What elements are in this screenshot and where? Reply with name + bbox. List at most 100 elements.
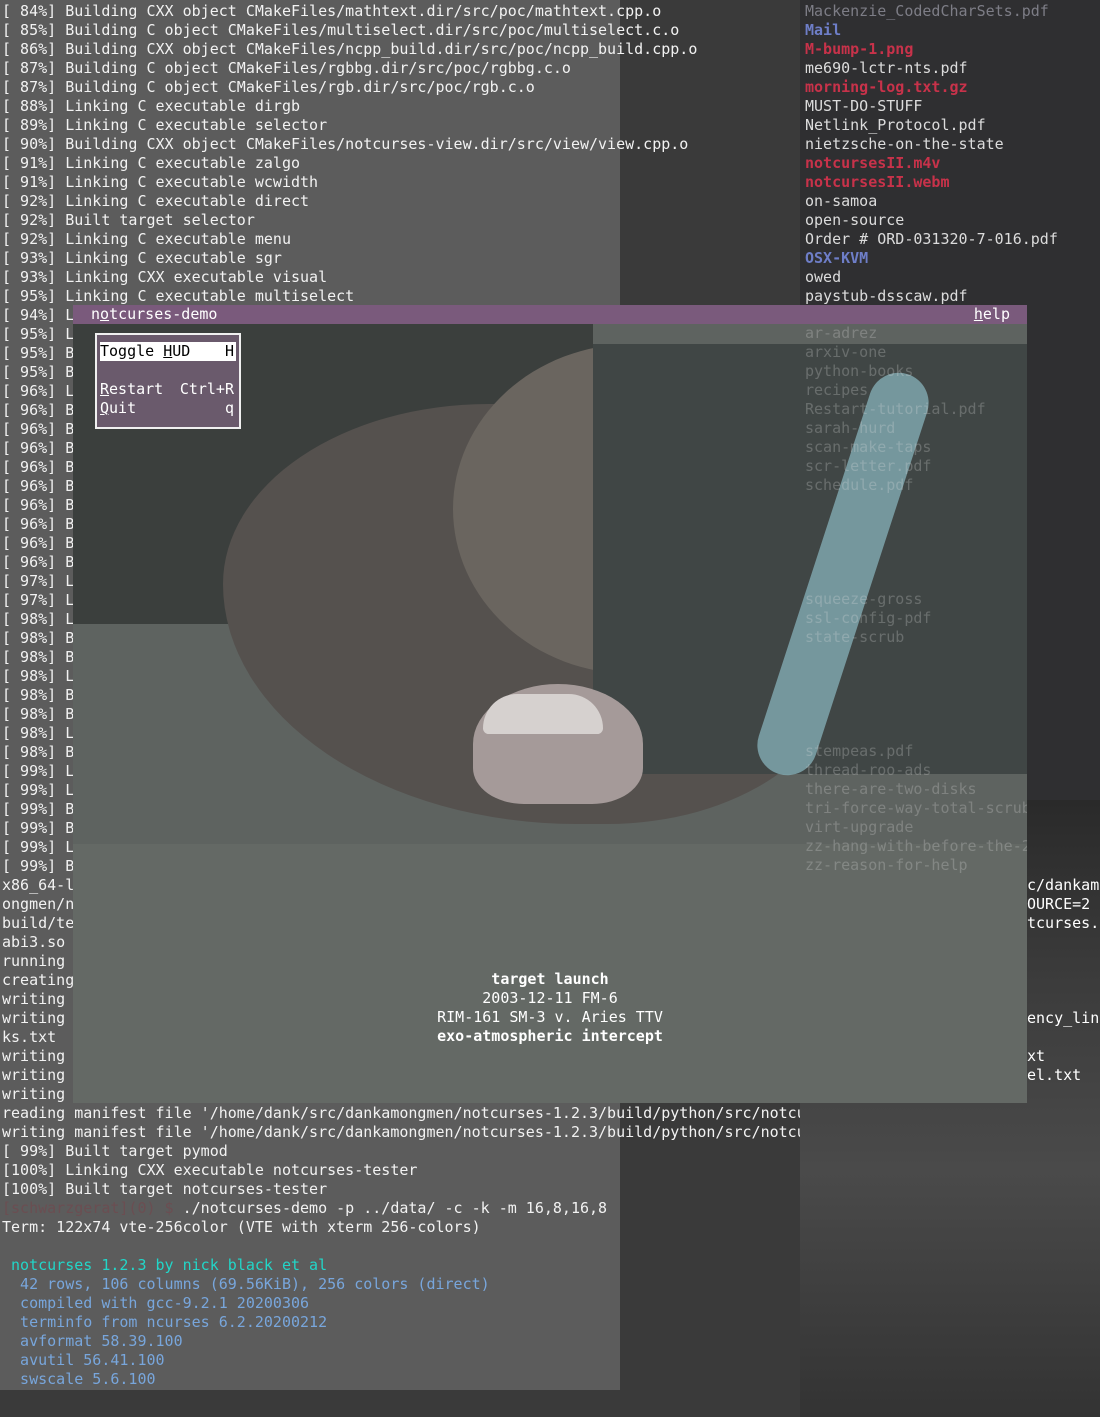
terminal-line: writing [2,1009,66,1027]
faded-text-line [805,533,1027,552]
terminal-line: [ 92%] Linking C executable menu [2,230,291,248]
menu-item-quit[interactable]: Quit q [100,399,236,418]
terminal-edge-line: xt [1027,1047,1046,1065]
demo-menu[interactable]: Toggle HUD H Restart Ctrl+R Quit q [95,333,241,429]
terminal-line: [ 91%] Linking C executable wcwidth [2,173,319,191]
title-hotkey: o [100,305,110,323]
faded-text-line: state-scrub [805,628,905,646]
menu-item-restart[interactable]: Restart Ctrl+R [100,380,236,399]
faded-overlay-text: ar-adrez arxiv-one python-books recipes Rest… [805,324,1027,874]
file-list-item: paystub-dsscaw.pdf [805,287,968,305]
build-info-line: 42 rows, 106 columns (69.56KiB), 256 col… [2,1275,490,1293]
caption-line: exo-atmospheric intercept [437,1027,663,1045]
faded-text-line: zz-reason-for-help [805,856,968,874]
menu-item-label: Restart [100,380,164,398]
notcurses-demo-window[interactable]: notcurses-demo help ar-adrez arxiv-one pyt… [73,305,1027,1103]
file-list-item: notcursesII.webm [805,173,950,191]
help-menu-button[interactable]: help [974,305,1010,324]
faded-text-line: tri-force-way-total-scrub [805,799,1027,817]
help-label: elp [982,305,1010,323]
terminal-line: [ 96%] B [2,553,75,571]
terminal-line: [ 98%] L [2,667,75,685]
caption-line: RIM-161 SM-3 v. Aries TTV [437,1008,663,1026]
terminal-line: [ 99%] Built target pymod [2,1142,228,1160]
faded-text-line: thread-roo-ads [805,761,932,779]
terminal-line: [ 99%] B [2,819,75,837]
terminal-line: writing [2,1047,66,1065]
terminal-line: [ 99%] B [2,800,75,818]
terminal-line: running [2,952,66,970]
terminal-line: [ 85%] Building C object CMakeFiles/mult… [2,21,680,39]
terminal-line: [ 93%] Linking CXX executable visual [2,268,328,286]
terminal-line: ks.txt [2,1028,57,1046]
file-list-item: notcursesII.m4v [805,154,941,172]
faded-text-line [805,666,1027,685]
terminal-line: [ 91%] Linking C executable zalgo [2,154,301,172]
faded-text-line: sarah-hurd [805,419,896,437]
terminal-line: [ 93%] Linking C executable sgr [2,249,282,267]
terminal-edge-line: ency_lin [1027,1009,1100,1027]
terminal-line: [100%] Linking CXX executable notcurses-… [2,1161,418,1179]
help-hotkey: h [973,305,983,323]
terminal-line: [ 96%] B [2,477,75,495]
faded-text-line [805,552,1027,571]
terminal-line: [ 97%] L [2,572,75,590]
terminal-line: [ 99%] B [2,857,75,875]
faded-text-line: scr-letter.pdf [805,457,932,475]
terminal-line: [ 99%] L [2,781,75,799]
terminal-line: [ 96%] B [2,401,75,419]
menu-item-shortcut: H [224,342,234,360]
faded-text-line [805,685,1027,704]
menu-item-shortcut: Ctrl+R [179,380,234,398]
file-list-item: MUST-DO-STUFF [805,97,923,115]
terminal-line: abi3.so [2,933,66,951]
terminal-line: [ 87%] Building C object CMakeFiles/rgbb… [2,59,571,77]
faded-text-line [805,704,1027,723]
build-info-line: terminfo from ncurses 6.2.20200212 [2,1313,328,1331]
file-list-item: open-source [805,211,905,229]
terminal-line: writing [2,1085,66,1103]
menu-item-label: Quit [100,399,137,417]
menu-item-label: Toggle HUD [100,342,191,360]
terminal-edge-line: c/dankam [1027,876,1100,894]
menu-item-toggle-hud[interactable]: Toggle HUD H [100,342,236,361]
build-info-line: swscale 5.6.100 [2,1370,156,1388]
file-list-item: Mail [805,21,842,39]
terminal-line: [ 84%] Building CXX object CMakeFiles/ma… [2,2,662,20]
build-info-line: avformat 58.39.100 [2,1332,183,1350]
faded-text-line: ssl-config-pdf [805,609,932,627]
file-list-item: M-bump-1.png [805,40,914,58]
terminal-line: [ 96%] L [2,382,75,400]
caption-line: 2003-12-11 FM-6 [482,989,618,1007]
shell-command: ./notcurses-demo -p ../data/ -c -k -m 16… [182,1199,608,1217]
faded-text-line: there-are-two-disks [805,780,977,798]
faded-text-line: Restart-tutorial.pdf [805,400,986,418]
faded-text-line [805,723,1027,742]
faded-text-line: zz-hang-with-before-the-2101 [805,837,1027,855]
notcurses-banner: notcurses 1.2.3 by nick black et al [2,1256,328,1274]
terminal-line: [ 95%] Linking C executable multiselect [2,287,355,305]
shell-prompt: [schwarzgerat](0) $ [2,1199,183,1217]
terminal-line: [ 94%] L [2,306,75,324]
terminal-line: [ 95%] B [2,363,75,381]
prompt-line: [schwarzgerat](0) $ ./notcurses-demo -p … [2,1199,607,1218]
faded-text-line [805,571,1027,590]
terminal-edge-line: el.txt [1027,1066,1082,1084]
terminal-line: [ 95%] B [2,344,75,362]
file-list-item: owed [805,268,842,286]
file-list-item: OSX-KVM [805,249,869,267]
terminal-line: creating [2,971,75,989]
term-info-line: Term: 122x74 vte-256color (VTE with xter… [2,1218,481,1236]
terminal-line: [ 92%] Linking C executable direct [2,192,310,210]
terminal-line: [ 98%] B [2,648,75,666]
terminal-edge-line: OURCE=2 [1027,895,1091,913]
terminal-line: [ 99%] L [2,762,75,780]
terminal-line: writing [2,990,66,1008]
faded-text-line [805,647,1027,666]
faded-text-line: python-books [805,362,914,380]
terminal-line: [ 96%] B [2,420,75,438]
terminal-line: [ 86%] Building CXX object CMakeFiles/nc… [2,40,698,58]
terminal-line: [ 97%] L [2,591,75,609]
terminal-line: [ 90%] Building CXX object CMakeFiles/no… [2,135,689,153]
faded-text-line: virt-upgrade [805,818,914,836]
